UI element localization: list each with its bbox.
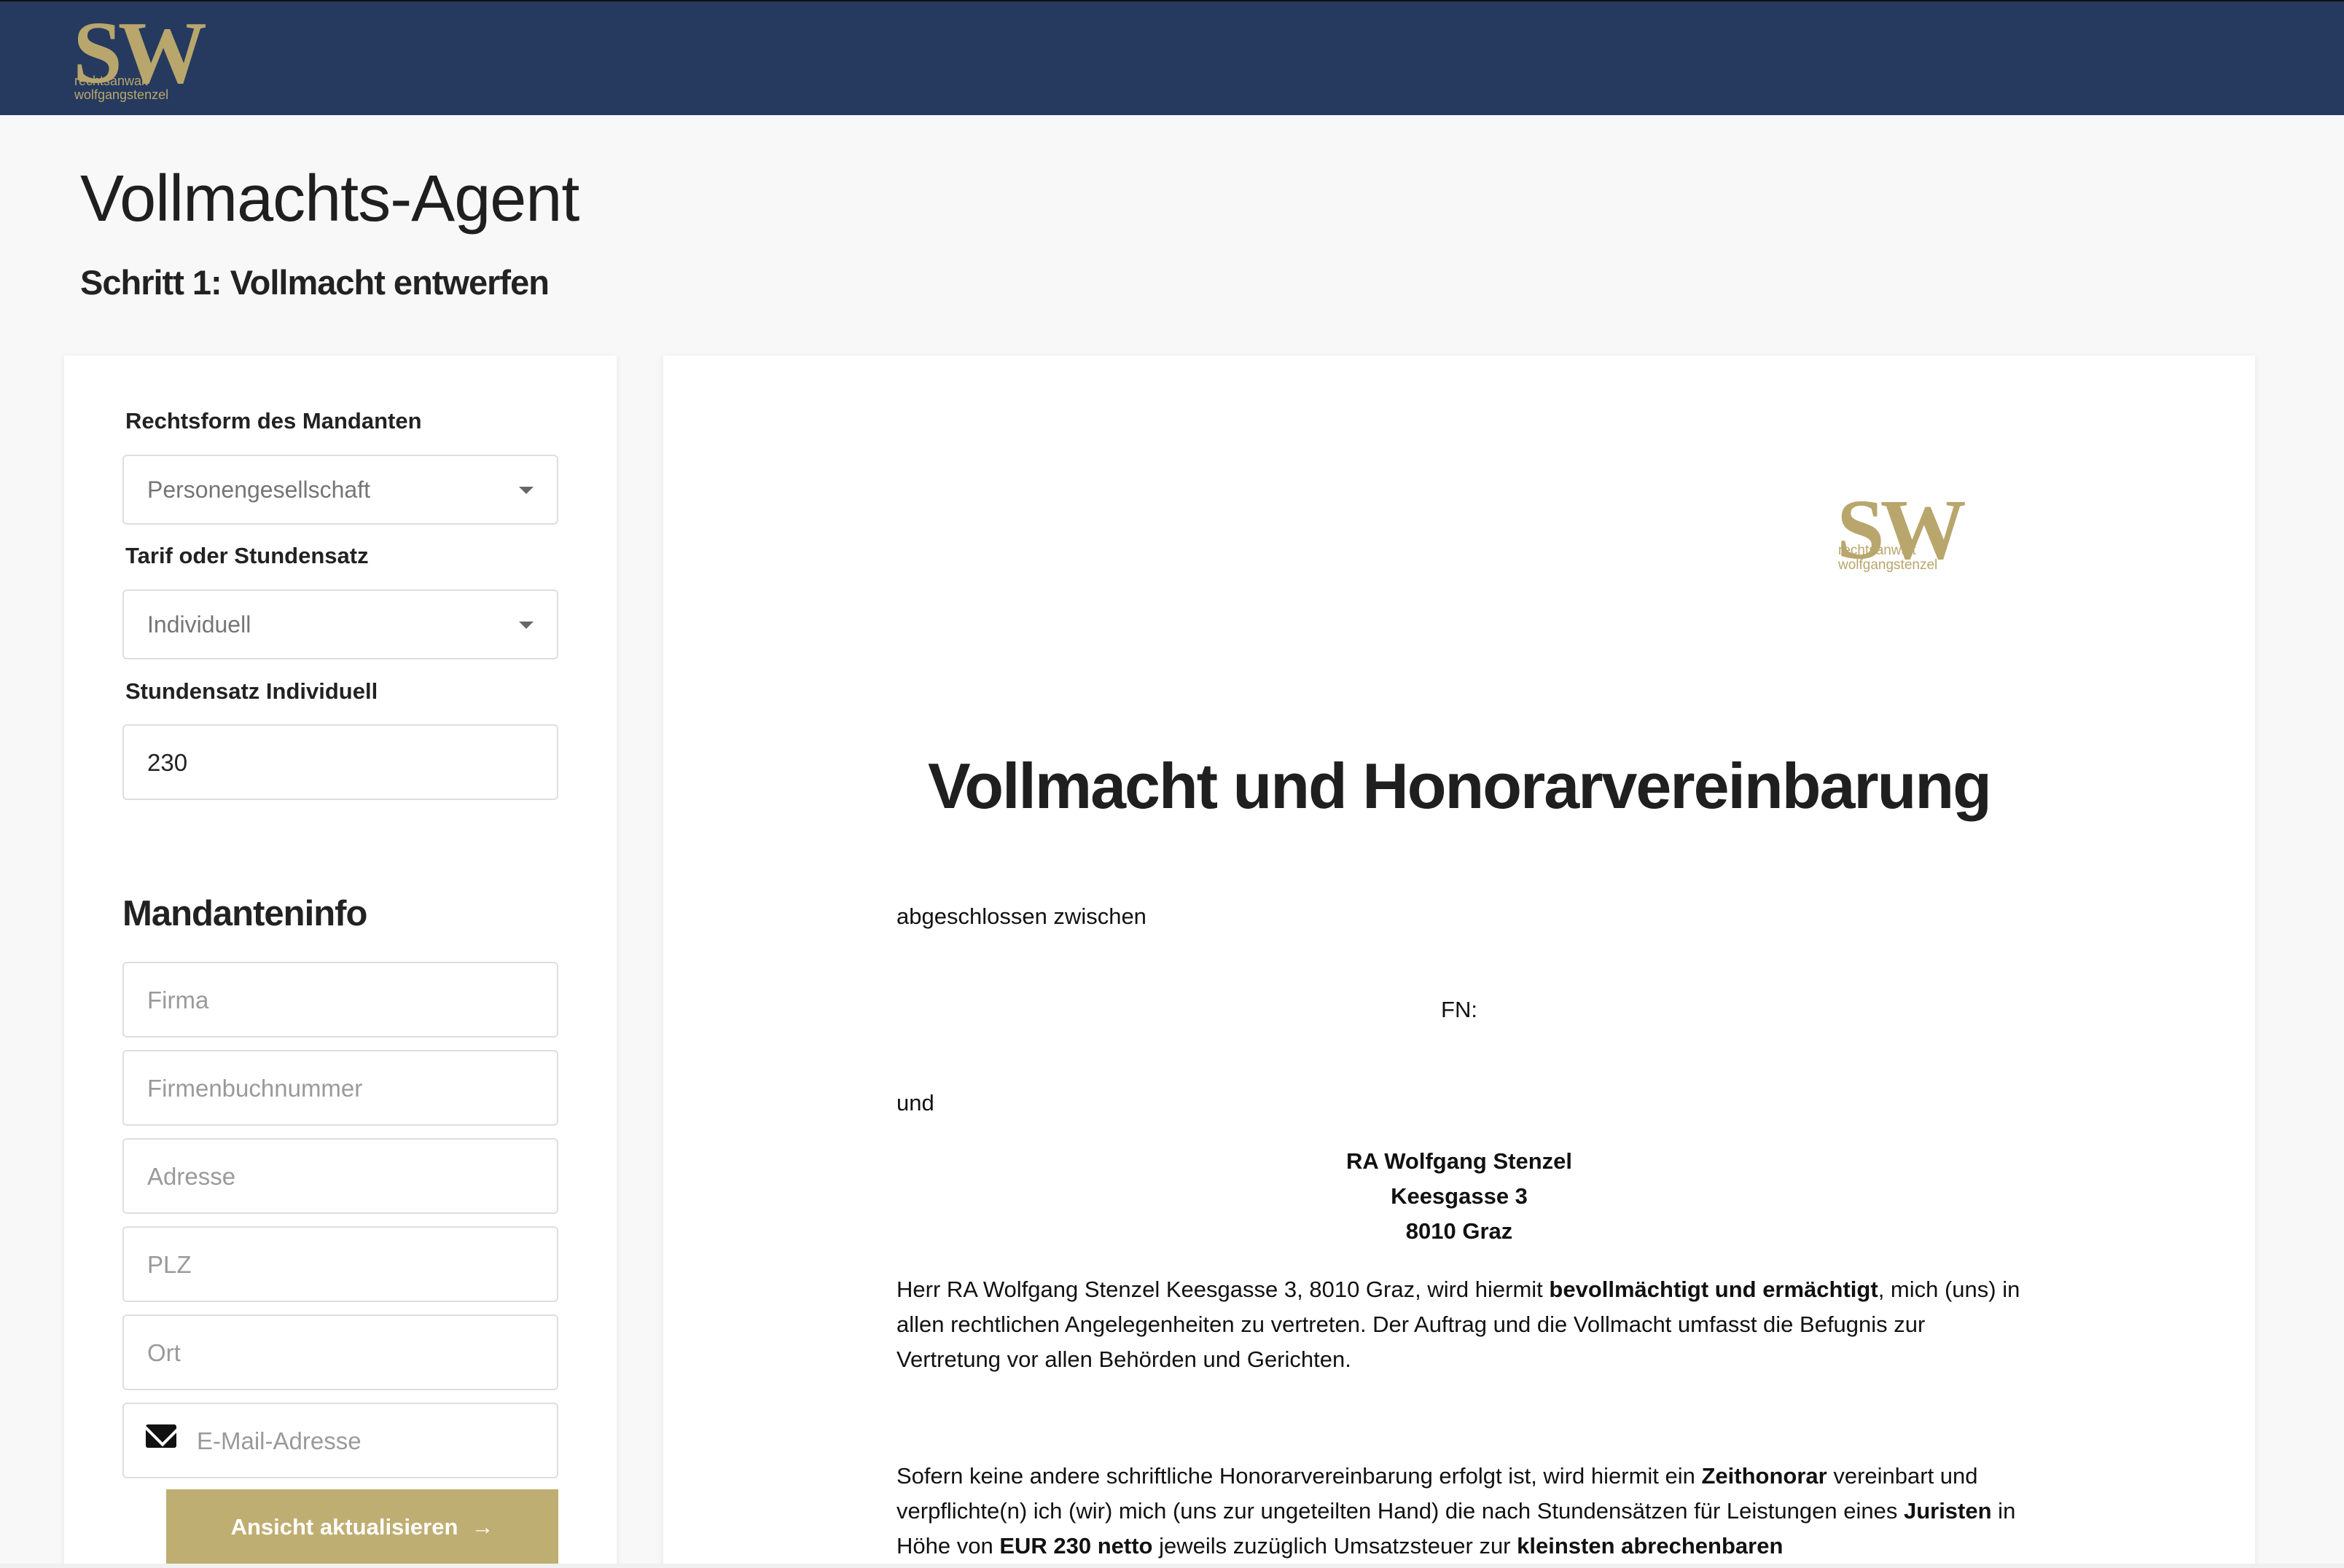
document-logo-subtitle: rechtsanwalt wolfgangstenzel <box>1838 543 1938 573</box>
address-input[interactable] <box>147 1163 534 1191</box>
fee-paragraph: Sofern keine andere schriftliche Honorar… <box>896 1463 2016 1559</box>
lawyer-name: RA Wolfgang Stenzel <box>1346 1148 1572 1174</box>
header-logo[interactable]: SW rechtsanwalt wolfgangstenzel <box>73 9 270 103</box>
lawyer-street: Keesgasse 3 <box>1391 1183 1528 1209</box>
register-number-field[interactable] <box>122 1050 558 1126</box>
hourly-rate-field[interactable] <box>122 724 558 800</box>
company-input[interactable] <box>147 987 534 1014</box>
tariff-select[interactable]: Individuell <box>122 589 558 659</box>
update-preview-label: Ansicht aktualisieren <box>230 1514 458 1540</box>
between-text: abgeschlossen zwischen <box>896 903 1146 929</box>
header-bar: SW rechtsanwalt wolfgangstenzel <box>0 0 2344 115</box>
hourly-rate-label: Stundensatz Individuell <box>125 678 378 704</box>
window-bottom-edge <box>0 1564 2344 1568</box>
page-subtitle: Schritt 1: Vollmacht entwerfen <box>80 263 550 302</box>
page-title: Vollmachts-Agent <box>80 162 579 235</box>
city-input[interactable] <box>147 1339 534 1367</box>
document-logo: SW rechtsanwalt wolfgangstenzel <box>1837 487 2026 574</box>
envelope-icon <box>146 1424 176 1448</box>
city-field[interactable] <box>122 1314 558 1390</box>
arrow-right-icon: → <box>471 1514 494 1540</box>
legal-form-label: Rechtsform des Mandanten <box>125 408 422 434</box>
chevron-down-icon <box>519 487 534 494</box>
lawyer-city: 8010 Graz <box>1405 1218 1513 1244</box>
document-title: Vollmacht und Honorarvereinbarung <box>928 750 1992 822</box>
address-field[interactable] <box>122 1138 558 1214</box>
register-number-input[interactable] <box>147 1075 534 1102</box>
email-field[interactable] <box>122 1403 558 1478</box>
company-register-line: FN: <box>1441 997 1477 1022</box>
email-input[interactable] <box>197 1427 539 1455</box>
company-field[interactable] <box>122 962 558 1038</box>
client-info-title: Mandanteninfo <box>122 894 367 933</box>
postcode-field[interactable] <box>122 1226 558 1302</box>
legal-form-select[interactable]: Personengesellschaft <box>122 455 558 525</box>
tariff-value: Individuell <box>147 611 251 638</box>
chevron-down-icon <box>519 622 534 629</box>
update-preview-button[interactable]: Ansicht aktualisieren → <box>166 1489 558 1565</box>
authorization-paragraph: Herr RA Wolfgang Stenzel Keesgasse 3, 80… <box>896 1277 2020 1372</box>
document-preview: SW rechtsanwalt wolfgangstenzel Vollmach… <box>663 356 2255 1568</box>
form-card: Rechtsform des Mandanten Personengesells… <box>64 356 617 1568</box>
logo-subtitle: rechtsanwalt wolfgangstenzel <box>74 74 169 102</box>
postcode-input[interactable] <box>147 1251 534 1279</box>
legal-form-value: Personengesellschaft <box>147 477 370 503</box>
hourly-rate-input[interactable] <box>147 749 534 777</box>
tariff-label: Tarif oder Stundensatz <box>125 543 369 568</box>
and-text: und <box>896 1090 934 1116</box>
